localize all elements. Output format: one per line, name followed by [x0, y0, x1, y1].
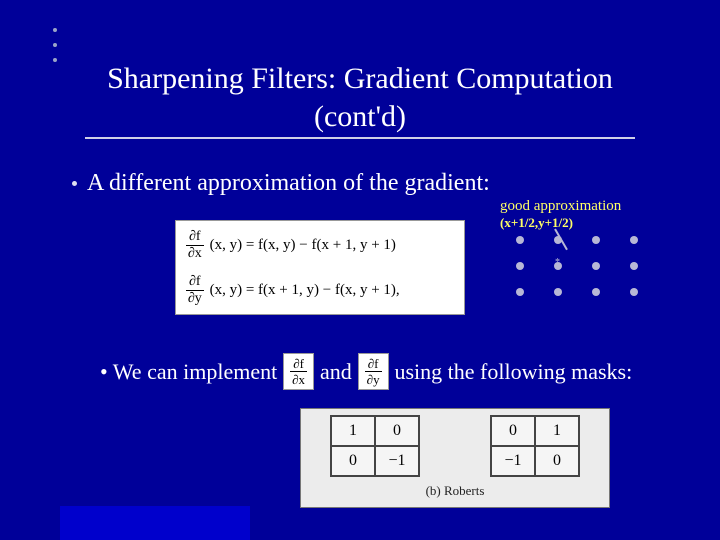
title-line-1: Sharpening Filters: Gradient Computation — [0, 60, 720, 98]
approx-note-line-2: (x+1/2,y+1/2) — [500, 215, 621, 231]
partial-x-box: ∂f ∂x — [283, 353, 314, 390]
mask-left: 1 0 0 −1 — [330, 415, 420, 477]
bullet-1: A different approximation of the gradien… — [72, 170, 490, 197]
mask-right-01: 1 — [535, 416, 579, 446]
dfdx-body: (x, y) = f(x, y) − f(x + 1, y + 1) — [210, 237, 396, 254]
title-line-2: (cont'd) — [0, 98, 720, 136]
dfdy-fraction: ∂f ∂y — [186, 275, 204, 306]
accent-dots — [53, 28, 57, 62]
equation-dfdx: ∂f ∂x (x, y) = f(x, y) − f(x + 1, y + 1) — [186, 230, 454, 261]
mask-left-10: 0 — [331, 446, 375, 476]
implement-suffix: using the following masks: — [395, 359, 633, 385]
implement-and: and — [320, 359, 352, 385]
dfdx-fraction: ∂f ∂x — [186, 230, 204, 261]
approximation-note: good approximation (x+1/2,y+1/2) — [500, 197, 621, 231]
approx-note-line-1: good approximation — [500, 197, 621, 215]
mask-right-11: 0 — [535, 446, 579, 476]
implement-prefix: • We can implement — [100, 359, 277, 385]
footer-accent-bar — [60, 506, 250, 540]
implement-sentence: • We can implement ∂f ∂x and ∂f ∂y using… — [100, 353, 632, 390]
mask-left-01: 0 — [375, 416, 419, 446]
gradient-equations: ∂f ∂x (x, y) = f(x, y) − f(x + 1, y + 1)… — [175, 220, 465, 315]
partial-y-box: ∂f ∂y — [358, 353, 389, 390]
mask-right: 0 1 −1 0 — [490, 415, 580, 477]
slide-title: Sharpening Filters: Gradient Computation… — [0, 60, 720, 139]
title-underline — [85, 137, 635, 139]
equation-dfdy: ∂f ∂y (x, y) = f(x + 1, y) − f(x, y + 1)… — [186, 275, 454, 306]
pixel-grid-icon — [516, 236, 656, 314]
mask-left-00: 1 — [331, 416, 375, 446]
masks-caption: (b) Roberts — [426, 483, 485, 499]
bullet-dot-icon — [72, 181, 77, 186]
mask-right-10: −1 — [491, 446, 535, 476]
mask-left-11: −1 — [375, 446, 419, 476]
mask-right-00: 0 — [491, 416, 535, 446]
roberts-masks: 1 0 0 −1 0 1 −1 0 (b) Roberts — [300, 408, 610, 508]
dfdy-body: (x, y) = f(x + 1, y) − f(x, y + 1), — [210, 282, 400, 299]
bullet-1-text: A different approximation of the gradien… — [87, 170, 490, 197]
